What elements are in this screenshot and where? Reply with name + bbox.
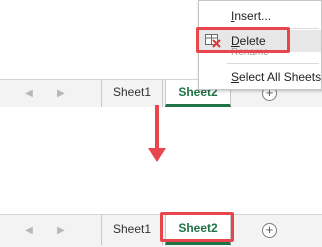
sheet-tab-sheet1[interactable]: Sheet1 xyxy=(101,215,163,245)
menu-item-insert[interactable]: Insert... xyxy=(199,5,321,27)
menu-item-delete-label: elete xyxy=(239,34,266,48)
scroll-tabs-right-icon[interactable]: ▶ xyxy=(56,88,66,100)
menu-separator xyxy=(227,28,319,29)
scroll-tabs-right-icon[interactable]: ▶ xyxy=(56,225,66,237)
menu-item-select-all-accel: S xyxy=(231,70,240,84)
menu-item-rename-label: Rename xyxy=(231,47,269,58)
scroll-tabs-left-icon[interactable]: ◀ xyxy=(24,88,34,100)
bottom-sheet-tab-bar: ◀ ▶ Sheet1 Sheet2 + xyxy=(0,214,322,247)
menu-item-delete-accel: D xyxy=(231,34,240,48)
down-arrow-icon xyxy=(155,105,159,150)
sheet-tab-sheet1[interactable]: Sheet1 xyxy=(101,80,163,107)
menu-item-select-all-label: elect All Sheets xyxy=(239,70,322,84)
sheet-context-menu: Insert... Delete Rename Select All Sheet… xyxy=(198,0,322,90)
scroll-tabs-left-icon[interactable]: ◀ xyxy=(24,225,34,237)
sheet-tab-sheet2[interactable]: Sheet2 xyxy=(165,215,231,245)
menu-separator xyxy=(227,63,319,64)
menu-item-rename[interactable]: Rename xyxy=(199,47,321,59)
menu-item-insert-label: nsert... xyxy=(234,9,272,23)
delete-sheet-icon xyxy=(205,34,221,48)
new-sheet-button[interactable]: + xyxy=(262,223,277,238)
down-arrow-head-icon xyxy=(148,148,166,162)
menu-item-select-all-sheets[interactable]: Select All Sheets xyxy=(199,66,321,88)
